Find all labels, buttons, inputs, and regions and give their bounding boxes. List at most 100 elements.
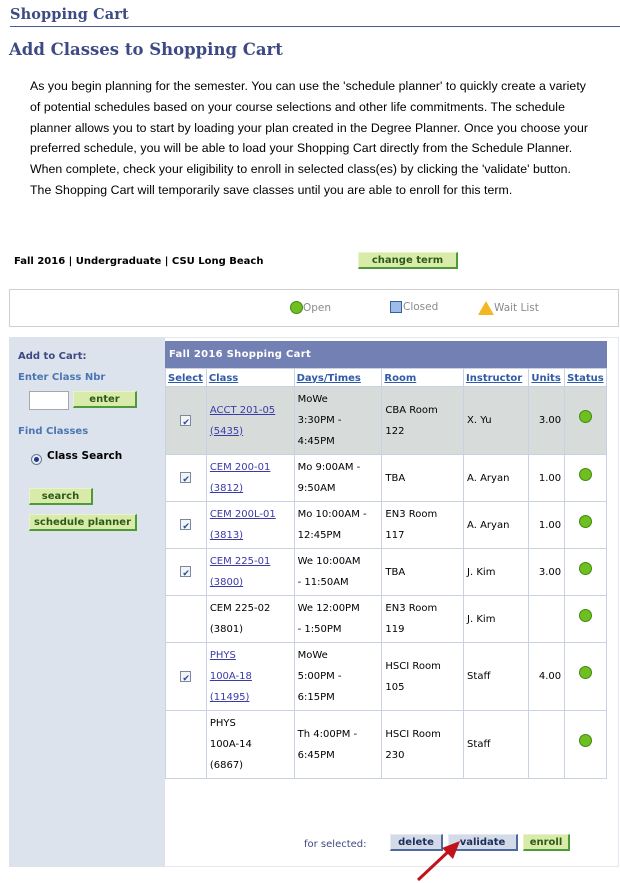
wait-list-status-icon [478,301,494,315]
status-cell [564,548,607,596]
select-checkbox[interactable] [180,517,192,538]
shopping-cart: Fall 2016 Shopping Cart Select Class Day… [165,341,607,779]
select-cell [165,454,207,502]
cart-row: PHYS 100A-14 (6867) Th 4:00PM - 6:45PM HSCI R… [165,710,607,779]
room-text: 119 [385,624,405,635]
open-status-icon [579,467,593,481]
class-nbr-input[interactable] [29,391,69,410]
room-cell: HSCI Room 230 [381,710,465,779]
cart-title: Fall 2016 Shopping Cart [165,341,607,368]
room-cell: EN3 Room 117 [381,501,465,549]
legend-open: Open [290,301,331,314]
class-cell: CEM 225-01 (3800) [205,548,295,596]
class-text: CEM 225-02 [209,603,271,614]
class-link[interactable]: PHYS [210,650,236,661]
select-cell [165,710,207,779]
class-cell: CEM 225-02 (3801) [205,595,295,643]
class-link[interactable]: (3812) [210,483,243,494]
select-cell [165,548,207,596]
days-times-cell: We 12:00PM - 1:50PM [293,595,383,643]
class-link[interactable]: CEM 200-01 [210,462,271,473]
search-button[interactable]: search [29,488,93,505]
col-room[interactable]: Room [381,368,465,387]
units-cell: 3.00 [528,386,566,455]
class-search-radio[interactable] [31,454,42,465]
open-status-icon [579,561,593,575]
class-link[interactable]: CEM 200L-01 [210,509,276,520]
enroll-button[interactable]: enroll [523,834,570,851]
units-cell [528,595,566,643]
units-cell: 3.00 [528,548,566,596]
cart-row: CEM 225-01 (3800) We 10:00AM - 11:50AM TBA J.… [165,548,607,596]
days-times-cell: Mo 10:00AM - 12:45PM [293,501,383,549]
col-units[interactable]: Units [528,368,566,387]
days-times-text: 6:45PM [297,749,335,761]
units-cell: 4.00 [528,642,566,711]
add-to-cart-panel: Add to Cart: Enter Class Nbr enter Find … [9,337,165,867]
cart-row: PHYS 100A-18 (11495) MoWe 5:00PM - 6:15PM HSCI… [165,642,607,711]
page-title: Add Classes to Shopping Cart [9,40,283,59]
class-text: 100A-14 [209,739,252,750]
cart-row: CEM 200L-01 (3813) Mo 10:00AM - 12:45PM EN3 … [165,501,607,549]
annotation-arrow-icon [416,841,460,882]
days-times-text: Th 4:00PM - [297,728,358,740]
class-link[interactable]: (5435) [210,426,243,437]
term-label: Fall 2016 | Undergraduate | CSU Long Bea… [14,256,264,267]
instructor-cell: J. Kim [463,548,530,596]
select-checkbox[interactable] [180,413,192,434]
class-search-label[interactable]: Class Search [47,450,122,462]
days-times-cell: Th 4:00PM - 6:45PM [293,710,383,779]
room-text: HSCI Room [385,660,441,672]
select-cell [165,642,207,711]
col-instructor[interactable]: Instructor [463,368,530,387]
instructor-cell: Staff [463,642,530,711]
days-times-text: 6:15PM [297,692,335,703]
select-checkbox[interactable] [180,564,192,585]
days-times-cell: MoWe 5:00PM - 6:15PM [293,642,383,711]
open-status-icon [579,734,593,747]
select-checkbox[interactable] [180,470,192,491]
instructor-cell: A. Aryan [463,501,530,549]
col-class[interactable]: Class [205,368,295,387]
room-text: EN3 Room [385,509,438,520]
class-link[interactable]: (11495) [210,692,250,703]
class-link[interactable]: (3800) [210,577,243,588]
legend-open-label: Open [303,301,332,314]
room-cell: TBA [381,454,465,502]
legend-closed: Closed [390,301,438,313]
class-link[interactable]: ACCT 201-05 [210,405,275,416]
legend-closed-label: Closed [403,301,439,313]
room-cell: CBA Room 122 [381,386,465,455]
select-checkbox[interactable] [180,669,192,690]
cart-row: ACCT 201-05 (5435) MoWe 3:30PM - 4:45PM CBA R… [165,386,607,455]
class-cell: ACCT 201-05 (5435) [205,386,295,455]
room-text: 230 [385,749,405,761]
days-times-text: We 10:00AM [297,556,361,567]
open-status-icon [579,410,593,423]
class-link[interactable]: 100A-18 [210,671,252,682]
units-cell [528,710,566,779]
class-text: (6867) [209,760,244,771]
change-term-button[interactable]: change term [358,252,458,269]
class-cell: PHYS 100A-18 (11495) [205,642,295,711]
cart-row: CEM 225-02 (3801) We 12:00PM - 1:50PM EN3 Ro… [165,595,607,643]
col-select[interactable]: Select [165,368,207,387]
section-title: Shopping Cart [10,6,620,27]
units-cell: 1.00 [528,454,566,502]
col-status[interactable]: Status [564,368,607,387]
cart-table: Select Class Days/Times Room Instructor … [165,368,607,779]
class-link[interactable]: (3813) [210,530,243,541]
days-times-text: 12:45PM [297,530,342,541]
room-text: 105 [385,681,405,693]
find-classes-label: Find Classes [18,426,89,437]
col-days-times[interactable]: Days/Times [293,368,383,387]
instructor-cell: J. Kim [463,595,530,643]
class-text: PHYS [209,718,236,729]
class-link[interactable]: CEM 225-01 [210,556,271,567]
legend-wait-list-label: Wait List [494,302,539,314]
days-times-text: - 11:50AM [297,577,349,588]
schedule-planner-button[interactable]: schedule planner [29,514,137,531]
days-times-text: MoWe [297,394,328,405]
room-text: 117 [385,530,405,541]
enter-button[interactable]: enter [73,391,137,408]
